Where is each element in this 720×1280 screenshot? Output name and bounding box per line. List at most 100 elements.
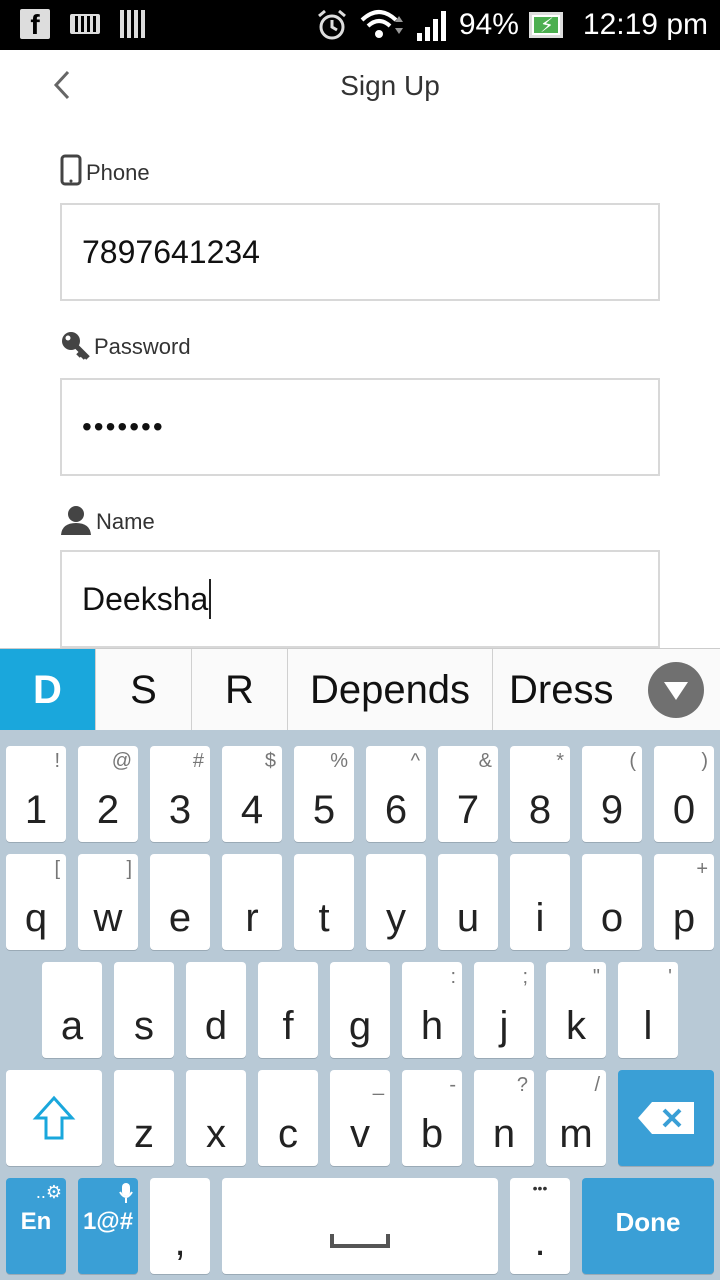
key-3[interactable]: #3 [150, 746, 210, 842]
name-field[interactable]: Deeksha [60, 550, 660, 648]
key-t[interactable]: t [294, 854, 354, 950]
key-x[interactable]: x [186, 1070, 246, 1166]
key-b[interactable]: -b [402, 1070, 462, 1166]
key-o[interactable]: o [582, 854, 642, 950]
key-icon [62, 332, 90, 360]
key-g[interactable]: g [330, 962, 390, 1058]
barcode-icon [120, 10, 146, 38]
key-alt-label: & [478, 750, 492, 772]
key-8[interactable]: * 8 [510, 746, 570, 842]
key-m[interactable]: / m [546, 1070, 606, 1166]
key-a[interactable]: a [42, 962, 102, 1058]
language-key[interactable]: ..⚙ En [6, 1178, 66, 1274]
battery-charging-icon: ⚡ [528, 12, 563, 38]
key-label: y [386, 896, 406, 940]
key-label: 1 [24, 788, 48, 832]
shift-arrow-icon [32, 1095, 76, 1140]
text-cursor [209, 579, 212, 619]
phone-icon [60, 154, 82, 186]
key-7[interactable]: & 7 [438, 746, 498, 842]
key-r[interactable]: r [222, 854, 282, 950]
key-v[interactable]: _ v [330, 1070, 390, 1166]
key-alt-label: % [330, 750, 348, 772]
signal-icon [416, 11, 446, 41]
key-e[interactable]: e [150, 854, 210, 950]
key-label: 4 [240, 788, 264, 832]
key-period[interactable]: ••• . [510, 1178, 570, 1274]
key-f[interactable]: f [258, 962, 318, 1058]
key-2[interactable]: @2 [78, 746, 138, 842]
shift-key[interactable] [6, 1070, 102, 1166]
done-button[interactable]: Done [582, 1178, 714, 1274]
key-d[interactable]: d [186, 962, 246, 1058]
key-alt-label: - [449, 1074, 456, 1096]
key-label: 0 [672, 788, 696, 832]
phone-field[interactable]: 7897641234 [60, 203, 660, 301]
key-label: z [134, 1112, 154, 1156]
backspace-key[interactable] [618, 1070, 714, 1166]
space-key[interactable] [222, 1178, 498, 1274]
key-label: 6 [384, 788, 408, 832]
key-s[interactable]: s [114, 962, 174, 1058]
key-h[interactable]: :h [402, 962, 462, 1058]
name-value: Deeksha [82, 580, 209, 617]
period-alt-label: ••• [532, 1180, 548, 1196]
key-z[interactable]: z [114, 1070, 174, 1166]
key-alt-label: # [192, 750, 204, 772]
suggestion-item[interactable]: Depends [288, 649, 493, 731]
key-alt-label: [ [54, 858, 60, 880]
key-alt-label: / [594, 1074, 600, 1096]
key-0[interactable]: ) 0 [654, 746, 714, 842]
expand-suggestions-button[interactable] [648, 662, 704, 718]
key-label: o [600, 896, 624, 940]
key-5[interactable]: % 5 [294, 746, 354, 842]
name-label: Name [96, 509, 155, 534]
key-label: m [559, 1112, 593, 1156]
key-alt-label: @ [111, 750, 132, 772]
key-label: g [348, 1004, 372, 1048]
password-label-row: Password [60, 330, 191, 360]
key-alt-label: * [556, 750, 564, 772]
suggestion-item[interactable]: D [0, 649, 96, 731]
password-field[interactable]: ••••••• [60, 378, 660, 476]
symbols-key[interactable]: 1@# [78, 1178, 138, 1274]
user-icon [61, 506, 91, 535]
key-label: k [566, 1004, 586, 1048]
key-i[interactable]: i [510, 854, 570, 950]
key-y[interactable]: y [366, 854, 426, 950]
name-label-row: Name [60, 505, 155, 535]
key-l[interactable]: ' l [618, 962, 678, 1058]
key-alt-label: " [592, 966, 600, 988]
key-label: a [60, 1004, 84, 1048]
key-6[interactable]: ^ 6 [366, 746, 426, 842]
key-label: 2 [96, 788, 120, 832]
key-1[interactable]: ! 1 [6, 746, 66, 842]
symbols-label: 1@# [82, 1208, 134, 1235]
suggestion-item[interactable]: S [96, 649, 192, 731]
key-c[interactable]: c [258, 1070, 318, 1166]
password-label: Password [94, 334, 191, 359]
alarm-icon [317, 9, 346, 40]
key-j[interactable]: ; j [474, 962, 534, 1058]
key-k[interactable]: " k [546, 962, 606, 1058]
key-label: e [168, 896, 192, 940]
period-label: . [534, 1220, 546, 1264]
key-q[interactable]: [q [6, 854, 66, 950]
suggestion-item[interactable]: R [192, 649, 288, 731]
key-4[interactable]: $4 [222, 746, 282, 842]
key-comma[interactable]: , [150, 1178, 210, 1274]
key-label: v [350, 1112, 370, 1156]
password-value: ••••••• [82, 411, 165, 442]
suggestion-item[interactable]: Dress [493, 649, 638, 731]
key-p[interactable]: + p [654, 854, 714, 950]
key-label: d [204, 1004, 228, 1048]
key-label: 5 [312, 788, 336, 832]
key-alt-label: : [450, 966, 456, 988]
key-label: u [456, 896, 480, 940]
backspace-icon [638, 1102, 694, 1134]
key-u[interactable]: u [438, 854, 498, 950]
key-w[interactable]: ] w [78, 854, 138, 950]
key-9[interactable]: (9 [582, 746, 642, 842]
key-n[interactable]: ? n [474, 1070, 534, 1166]
comma-label: , [174, 1220, 186, 1264]
